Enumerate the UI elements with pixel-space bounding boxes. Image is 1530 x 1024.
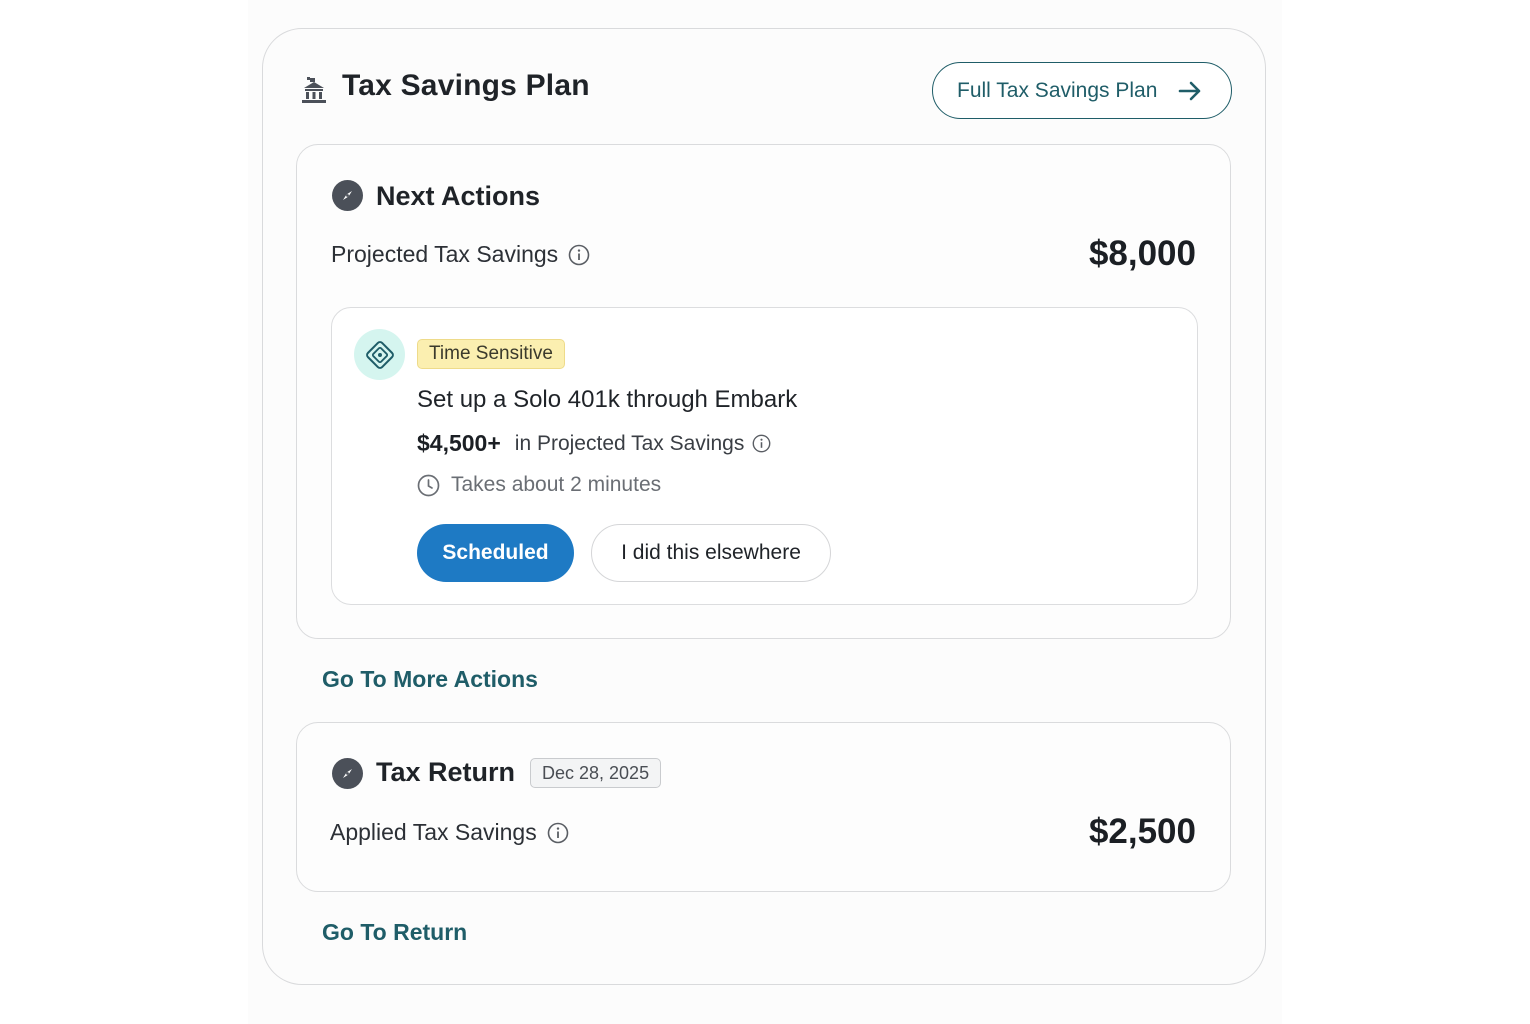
compass-icon [332,758,363,789]
tax-return-title: Tax Return [376,757,516,787]
action-time-row: Takes about 2 minutes [417,473,661,497]
did-this-elsewhere-button[interactable]: I did this elsewhere [591,524,831,582]
applied-tax-savings-row: Applied Tax Savings [330,819,569,846]
info-icon[interactable] [752,434,771,453]
action-title: Set up a Solo 401k through Embark [417,386,798,413]
arrow-right-icon [1179,81,1201,100]
tax-return-card: Tax Return Dec 28, 2025 Applied Tax Savi… [296,722,1231,892]
go-to-return-link[interactable]: Go To Return [322,919,467,946]
full-plan-button-label: Full Tax Savings Plan [957,78,1158,102]
info-icon[interactable] [547,822,569,844]
go-to-more-actions-link[interactable]: Go To More Actions [322,666,538,693]
action-savings-text: in Projected Tax Savings [514,431,745,455]
compass-icon [332,180,363,211]
applied-tax-savings-label: Applied Tax Savings [330,819,537,845]
action-item-card: Time Sensitive Set up a Solo 401k throug… [331,307,1198,605]
clock-icon [417,474,440,496]
bank-building-icon [298,74,330,106]
applied-tax-savings-amount: $2,500 [1088,812,1196,851]
projected-tax-savings-label: Projected Tax Savings [331,241,559,267]
action-savings-row: $4,500+ in Projected Tax Savings [417,430,771,457]
action-savings-amount: $4,500+ [417,430,501,456]
next-actions-title: Next Actions [376,181,541,211]
action-savings-text-wrap: in Projected Tax Savings [515,432,772,456]
next-actions-card: Next Actions Projected Tax Savings $8,00… [296,144,1231,639]
scheduled-button[interactable]: Scheduled [417,524,574,582]
page-title: Tax Savings Plan [342,69,590,102]
embark-diamond-icon [354,329,405,380]
action-time-text: Takes about 2 minutes [451,473,662,496]
projected-tax-savings-row: Projected Tax Savings [331,241,590,268]
projected-tax-savings-amount: $8,000 [1088,234,1196,273]
info-icon[interactable] [568,244,590,266]
full-tax-savings-plan-button[interactable]: Full Tax Savings Plan [932,62,1232,119]
tax-return-date-badge: Dec 28, 2025 [530,758,662,788]
time-sensitive-badge: Time Sensitive [417,339,565,369]
